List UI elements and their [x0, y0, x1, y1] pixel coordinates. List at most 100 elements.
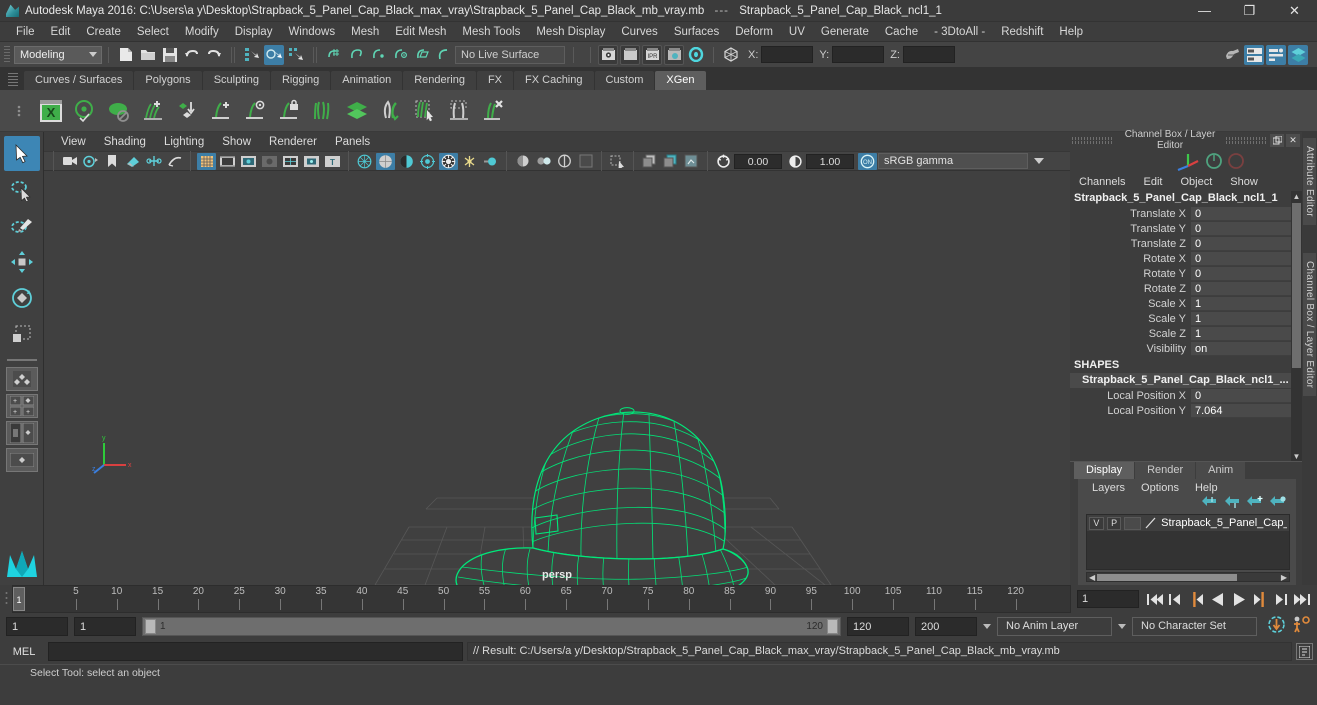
gamma-icon[interactable]: [786, 153, 805, 170]
xgen-delete-icon[interactable]: [478, 95, 508, 127]
snap-to-projected-center-icon[interactable]: [390, 45, 410, 65]
perspective-viewport[interactable]: y x z persp: [44, 171, 1070, 585]
snap-to-grids-icon[interactable]: [324, 45, 344, 65]
command-language-label[interactable]: MEL: [4, 646, 44, 658]
panel-layout-b-icon[interactable]: [661, 153, 680, 170]
channel-value[interactable]: 0: [1191, 221, 1291, 236]
command-input-field[interactable]: [48, 642, 463, 661]
anim-layer-dropdown[interactable]: No Anim Layer: [997, 616, 1112, 636]
render-current-frame-icon[interactable]: [598, 44, 618, 65]
channel-value[interactable]: 0: [1191, 251, 1291, 266]
tool-settings-icon[interactable]: [1266, 44, 1286, 65]
scale-tool-button[interactable]: [4, 316, 40, 351]
xgen-editor-icon[interactable]: X: [36, 95, 66, 127]
layer-visibility-toggle[interactable]: V: [1089, 516, 1104, 530]
play-forwards-icon[interactable]: [1229, 589, 1248, 609]
channel-value[interactable]: 1: [1191, 311, 1291, 326]
channel-box-menu-edit[interactable]: Edit: [1134, 176, 1171, 188]
undo-icon[interactable]: [182, 45, 202, 65]
menu-modify[interactable]: Modify: [177, 22, 227, 42]
title-safe-icon[interactable]: T: [323, 153, 342, 170]
channel-label[interactable]: Local Position Y: [1070, 405, 1191, 417]
layer-playback-toggle[interactable]: P: [1106, 516, 1122, 530]
current-frame-field[interactable]: 1: [1077, 590, 1139, 608]
channel-value[interactable]: 0: [1191, 388, 1291, 403]
channel-label[interactable]: Translate Y: [1070, 223, 1191, 235]
select-tool-button[interactable]: [3, 136, 40, 171]
close-button[interactable]: ✕: [1272, 0, 1317, 22]
ipr-render-icon[interactable]: [620, 44, 640, 65]
channel-label[interactable]: Rotate Y: [1070, 268, 1191, 280]
attribute-editor-icon[interactable]: [1244, 44, 1264, 65]
select-by-object-type-icon[interactable]: [264, 44, 284, 65]
lasso-select-tool-button[interactable]: [4, 172, 40, 207]
gate-mask-icon[interactable]: [260, 153, 279, 170]
xgen-select-guides-icon[interactable]: [410, 95, 440, 127]
channel-value[interactable]: on: [1191, 341, 1291, 356]
layer-row[interactable]: V P Strapback_5_Panel_Cap_: [1087, 515, 1289, 531]
bookmark-icon[interactable]: [102, 153, 121, 170]
scroll-right-arrow-icon[interactable]: ▶: [1279, 573, 1289, 582]
layer-color-swatch[interactable]: [1124, 516, 1142, 530]
exposure-icon[interactable]: [714, 153, 733, 170]
range-start-handle[interactable]: [145, 618, 156, 634]
xgen-preview-icon[interactable]: [70, 95, 100, 127]
xgen-region-icon[interactable]: [444, 95, 474, 127]
menu-mesh[interactable]: Mesh: [343, 22, 387, 42]
close-panel-button[interactable]: ✕: [1286, 133, 1300, 147]
channel-label[interactable]: Visibility: [1070, 343, 1191, 355]
select-by-hierarchy-icon[interactable]: [242, 45, 262, 65]
channel-box-icon[interactable]: [1288, 44, 1308, 65]
color-space-dropdown[interactable]: sRGB gamma: [878, 153, 1028, 169]
layer-menu-help[interactable]: Help: [1187, 482, 1226, 494]
open-scene-icon[interactable]: [138, 45, 158, 65]
wireframe-icon[interactable]: [355, 153, 374, 170]
channel-label[interactable]: Translate Z: [1070, 238, 1191, 250]
menu-create[interactable]: Create: [78, 22, 129, 42]
viewport-menu-lighting[interactable]: Lighting: [155, 136, 213, 148]
channel-value[interactable]: 7.064: [1191, 403, 1291, 418]
xgen-part-icon[interactable]: [308, 95, 338, 127]
create-new-layer-icon[interactable]: [1247, 496, 1263, 512]
layer-menu-layers[interactable]: Layers: [1084, 482, 1133, 494]
depth-of-field-icon[interactable]: [534, 153, 553, 170]
menu-mesh-tools[interactable]: Mesh Tools: [454, 22, 528, 42]
layer-name[interactable]: Strapback_5_Panel_Cap_: [1161, 517, 1287, 529]
menu-deform[interactable]: Deform: [727, 22, 781, 42]
film-gate-icon[interactable]: [218, 153, 237, 170]
viewport-menu-show[interactable]: Show: [213, 136, 260, 148]
layer-scroll-thumb[interactable]: [1097, 573, 1238, 581]
channel-box-scrollbar[interactable]: ▲ ▼: [1291, 191, 1302, 461]
layer-list-hscrollbar[interactable]: ◀ ▶: [1086, 572, 1290, 582]
gamma-field[interactable]: 1.00: [806, 153, 854, 169]
menu-mesh-display[interactable]: Mesh Display: [528, 22, 613, 42]
range-slider[interactable]: 1 120: [142, 616, 841, 636]
resolution-gate-icon[interactable]: [239, 153, 258, 170]
four-view-layout-button[interactable]: + + +: [5, 394, 38, 418]
shelf-tab-animation[interactable]: Animation: [331, 71, 403, 90]
snap-to-curves-icon[interactable]: [346, 45, 366, 65]
xgen-visible-icon[interactable]: [240, 95, 270, 127]
shelf-tab-curves-surfaces[interactable]: Curves / Surfaces: [24, 71, 134, 90]
screen-space-ao-icon[interactable]: [460, 153, 479, 170]
modeling-toolkit-icon[interactable]: [1222, 45, 1242, 65]
viewport-menu-view[interactable]: View: [52, 136, 95, 148]
shelf-grip[interactable]: [8, 73, 18, 87]
animation-end-field[interactable]: 120: [847, 616, 909, 636]
channel-label[interactable]: Scale X: [1070, 298, 1191, 310]
view-transform-toggle-icon[interactable]: ON: [858, 152, 877, 170]
playback-end-field[interactable]: 200: [915, 616, 977, 636]
xgen-guide-icon[interactable]: [104, 95, 134, 127]
menu-help[interactable]: Help: [1051, 22, 1091, 42]
render-view-icon[interactable]: [686, 45, 706, 65]
menu-windows[interactable]: Windows: [280, 22, 343, 42]
move-layer-up-icon[interactable]: [1201, 496, 1217, 512]
script-editor-icon[interactable]: [1296, 643, 1313, 660]
vertical-tab-attribute-editor[interactable]: Attribute Editor: [1303, 138, 1316, 225]
auto-keyframe-icon[interactable]: [1267, 615, 1286, 637]
menu-edit[interactable]: Edit: [43, 22, 79, 42]
exposure-field[interactable]: 0.00: [734, 153, 782, 169]
layer-list[interactable]: V P Strapback_5_Panel_Cap_: [1086, 514, 1290, 570]
range-end-handle[interactable]: [827, 618, 838, 634]
construction-history-icon[interactable]: [721, 45, 741, 65]
